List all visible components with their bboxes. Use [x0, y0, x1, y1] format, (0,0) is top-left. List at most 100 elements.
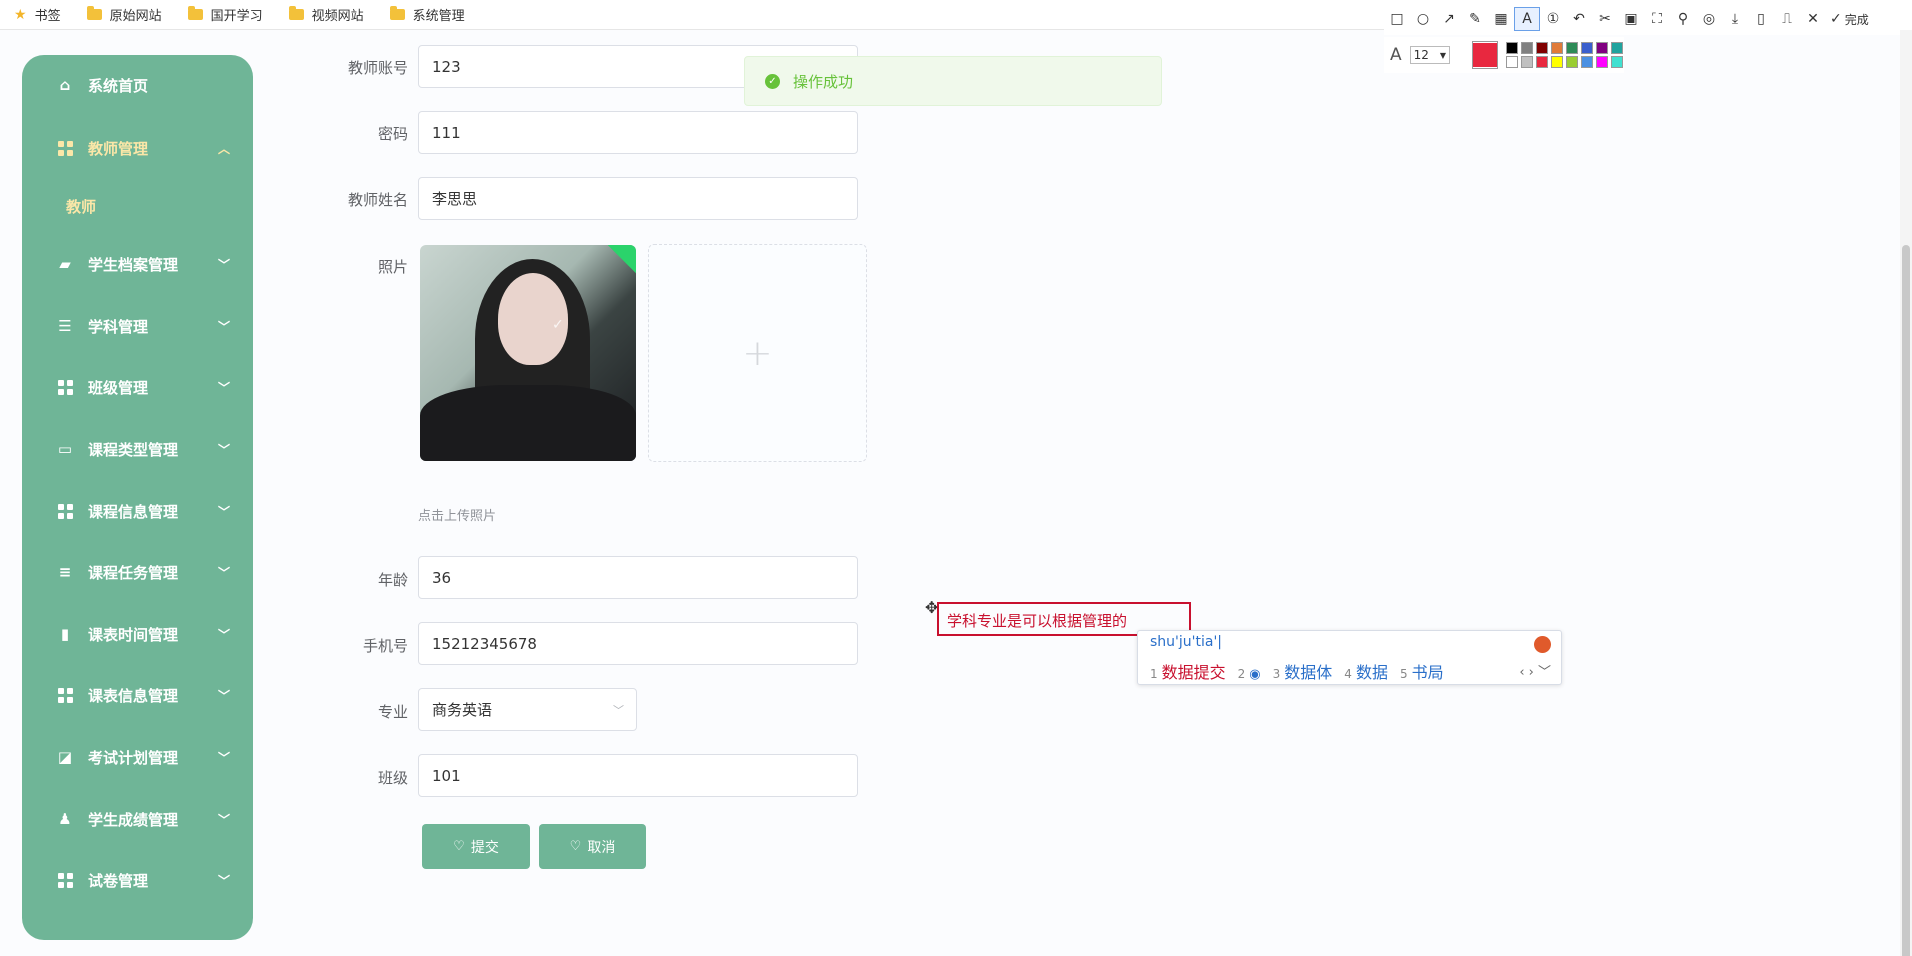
- mosaic-tool-icon[interactable]: ▦: [1488, 7, 1514, 31]
- current-color-fill: [1473, 43, 1497, 67]
- palette-swatch[interactable]: [1536, 56, 1548, 68]
- font-size-icon: A: [1390, 45, 1402, 65]
- submit-button[interactable]: ♡ 提交: [422, 824, 530, 869]
- photo-body: [420, 385, 636, 461]
- rectangle-tool-icon[interactable]: □: [1384, 7, 1410, 31]
- photo-upload-hint: 点击上传照片: [418, 509, 497, 524]
- class-label: 班级: [377, 769, 408, 787]
- text-tool-icon[interactable]: A: [1514, 7, 1540, 31]
- scan-icon[interactable]: ⛶: [1644, 7, 1670, 31]
- palette-swatch[interactable]: [1611, 56, 1623, 68]
- screenshot-toolbar: □ ○ ↗ ✎ ▦ A ① ↶ ✂ ▣ ⛶ ⚲ ◎ ⤓ ▯ ⎍ ✕ ✓ 完成: [1384, 3, 1912, 35]
- palette-swatch[interactable]: [1551, 56, 1563, 68]
- sidebar-item-timetable-time[interactable]: ▮ 课表时间管理 ﹀: [22, 614, 253, 654]
- palette-swatch[interactable]: [1551, 42, 1563, 54]
- teacher-photo[interactable]: ✓: [420, 245, 636, 461]
- sidebar-item-student-score[interactable]: ♟ 学生成绩管理 ﹀: [22, 799, 253, 839]
- close-icon[interactable]: ✕: [1800, 7, 1826, 31]
- ellipse-tool-icon[interactable]: ○: [1410, 7, 1436, 31]
- chevron-down-icon: ﹀: [218, 442, 231, 457]
- palette-swatch[interactable]: [1596, 42, 1608, 54]
- sidebar-item-exam-paper[interactable]: 试卷管理 ﹀: [22, 860, 253, 900]
- palette-swatch[interactable]: [1566, 56, 1578, 68]
- number-tool-icon[interactable]: ①: [1540, 7, 1566, 31]
- cancel-button[interactable]: ♡ 取消: [539, 824, 646, 869]
- sidebar-item-home[interactable]: ⌂ 系统首页: [22, 65, 253, 105]
- bookmark-original-site[interactable]: 原始网站: [86, 5, 162, 24]
- ime-page-nav[interactable]: ‹ › ﹀: [1519, 661, 1551, 680]
- chevron-down-icon: ﹀: [218, 873, 231, 888]
- palette-swatch[interactable]: [1566, 42, 1578, 54]
- scissors-icon[interactable]: ✂: [1592, 7, 1618, 31]
- sidebar-item-teacher-management[interactable]: 教师管理 ︿: [22, 128, 253, 168]
- sidebar-subitem-teacher[interactable]: 教师: [66, 196, 96, 217]
- phone-label: 手机号: [362, 637, 408, 655]
- sidebar-item-course-type[interactable]: ▭ 课程类型管理 ﹀: [22, 429, 253, 469]
- bookmark-guokai[interactable]: 国开学习: [187, 5, 263, 24]
- ime-logo-icon: [1534, 636, 1551, 653]
- photo-upload-button[interactable]: +: [648, 244, 867, 462]
- bookmark-video-site[interactable]: 视频网站: [288, 5, 364, 24]
- palette-swatch[interactable]: [1581, 42, 1593, 54]
- sidebar-item-course-task[interactable]: ≡ 课程任务管理 ﹀: [22, 552, 253, 592]
- success-toast: ✓ 操作成功: [744, 56, 1162, 106]
- palette-swatch[interactable]: [1506, 42, 1518, 54]
- current-color-swatch[interactable]: [1472, 41, 1498, 69]
- font-size-select[interactable]: 12 ▼: [1409, 46, 1450, 64]
- app-window: ★ 书签 原始网站 国开学习 视频网站 系统管理 ⌂ 系统首页 教师管理 ︿ 教师…: [0, 0, 1912, 956]
- major-select-value: 商务英语: [432, 701, 493, 719]
- ime-candidate-2[interactable]: 2 ◉: [1238, 663, 1261, 682]
- chevron-down-icon: ﹀: [218, 504, 231, 519]
- arrow-tool-icon[interactable]: ↗: [1436, 7, 1462, 31]
- phone-icon[interactable]: ▯: [1748, 7, 1774, 31]
- teacher-name-input[interactable]: 李思思: [418, 177, 858, 220]
- ocr-icon[interactable]: ▣: [1618, 7, 1644, 31]
- sidebar-item-timetable-info[interactable]: 课表信息管理 ﹀: [22, 675, 253, 715]
- sidebar-item-course-info[interactable]: 课程信息管理 ﹀: [22, 491, 253, 531]
- bookmark-system-admin[interactable]: 系统管理: [389, 5, 465, 24]
- home-icon: ⌂: [59, 76, 71, 94]
- chevron-down-icon: ﹀: [218, 688, 231, 703]
- heart-icon: ♡: [453, 839, 465, 854]
- download-icon[interactable]: ⤓: [1722, 7, 1748, 31]
- palette-swatch[interactable]: [1506, 56, 1518, 68]
- bookmark-icon[interactable]: ⎍: [1774, 7, 1800, 31]
- ime-candidate-3[interactable]: 3 数据体: [1273, 659, 1333, 683]
- record-icon[interactable]: ◎: [1696, 7, 1722, 31]
- age-input[interactable]: 36: [418, 556, 858, 599]
- scrollbar-thumb[interactable]: [1902, 245, 1910, 956]
- palette-swatch[interactable]: [1536, 42, 1548, 54]
- palette-swatch[interactable]: [1521, 56, 1533, 68]
- pen-tool-icon[interactable]: ✎: [1462, 7, 1488, 31]
- folder-icon: [86, 6, 102, 20]
- major-select[interactable]: 商务英语 ﹀: [418, 688, 637, 731]
- list-icon: ≡: [58, 563, 72, 581]
- page-scrollbar[interactable]: [1900, 30, 1912, 956]
- password-input[interactable]: 111: [418, 111, 858, 154]
- ime-candidate-1[interactable]: 1 数据提交: [1150, 659, 1226, 683]
- palette-swatch[interactable]: [1521, 42, 1533, 54]
- folder-icon: [288, 6, 304, 20]
- upload-success-corner: [607, 245, 636, 274]
- sidebar-item-class[interactable]: 班级管理 ﹀: [22, 367, 253, 407]
- palette-swatch[interactable]: [1581, 56, 1593, 68]
- done-button[interactable]: ✓ 完成: [1830, 11, 1869, 28]
- chevron-down-icon: ﹀: [218, 319, 231, 334]
- sidebar-item-subject[interactable]: ☰ 学科管理 ﹀: [22, 306, 253, 346]
- ime-candidates: 1 数据提交 2 ◉ 3 数据体 4 数据 5 书局: [1150, 659, 1456, 683]
- palette-swatch[interactable]: [1596, 56, 1608, 68]
- sidebar-item-exam-plan[interactable]: ◪ 考试计划管理 ﹀: [22, 737, 253, 777]
- ime-candidate-5[interactable]: 5 书局: [1400, 659, 1444, 683]
- chevron-down-icon: ﹀: [218, 812, 231, 827]
- check-icon: ✓: [1830, 11, 1842, 27]
- pin-icon[interactable]: ⚲: [1670, 7, 1696, 31]
- class-input[interactable]: 101: [418, 754, 858, 797]
- briefcase-icon: ▰: [59, 255, 71, 273]
- undo-icon[interactable]: ↶: [1566, 7, 1592, 31]
- phone-input[interactable]: 15212345678: [418, 622, 858, 665]
- sidebar-item-student-archive[interactable]: ▰ 学生档案管理 ﹀: [22, 244, 253, 284]
- grid-icon: [56, 502, 74, 520]
- bookmark-bookmarks[interactable]: ★ 书签: [14, 5, 61, 25]
- ime-candidate-4[interactable]: 4 数据: [1344, 659, 1388, 683]
- palette-swatch[interactable]: [1611, 42, 1623, 54]
